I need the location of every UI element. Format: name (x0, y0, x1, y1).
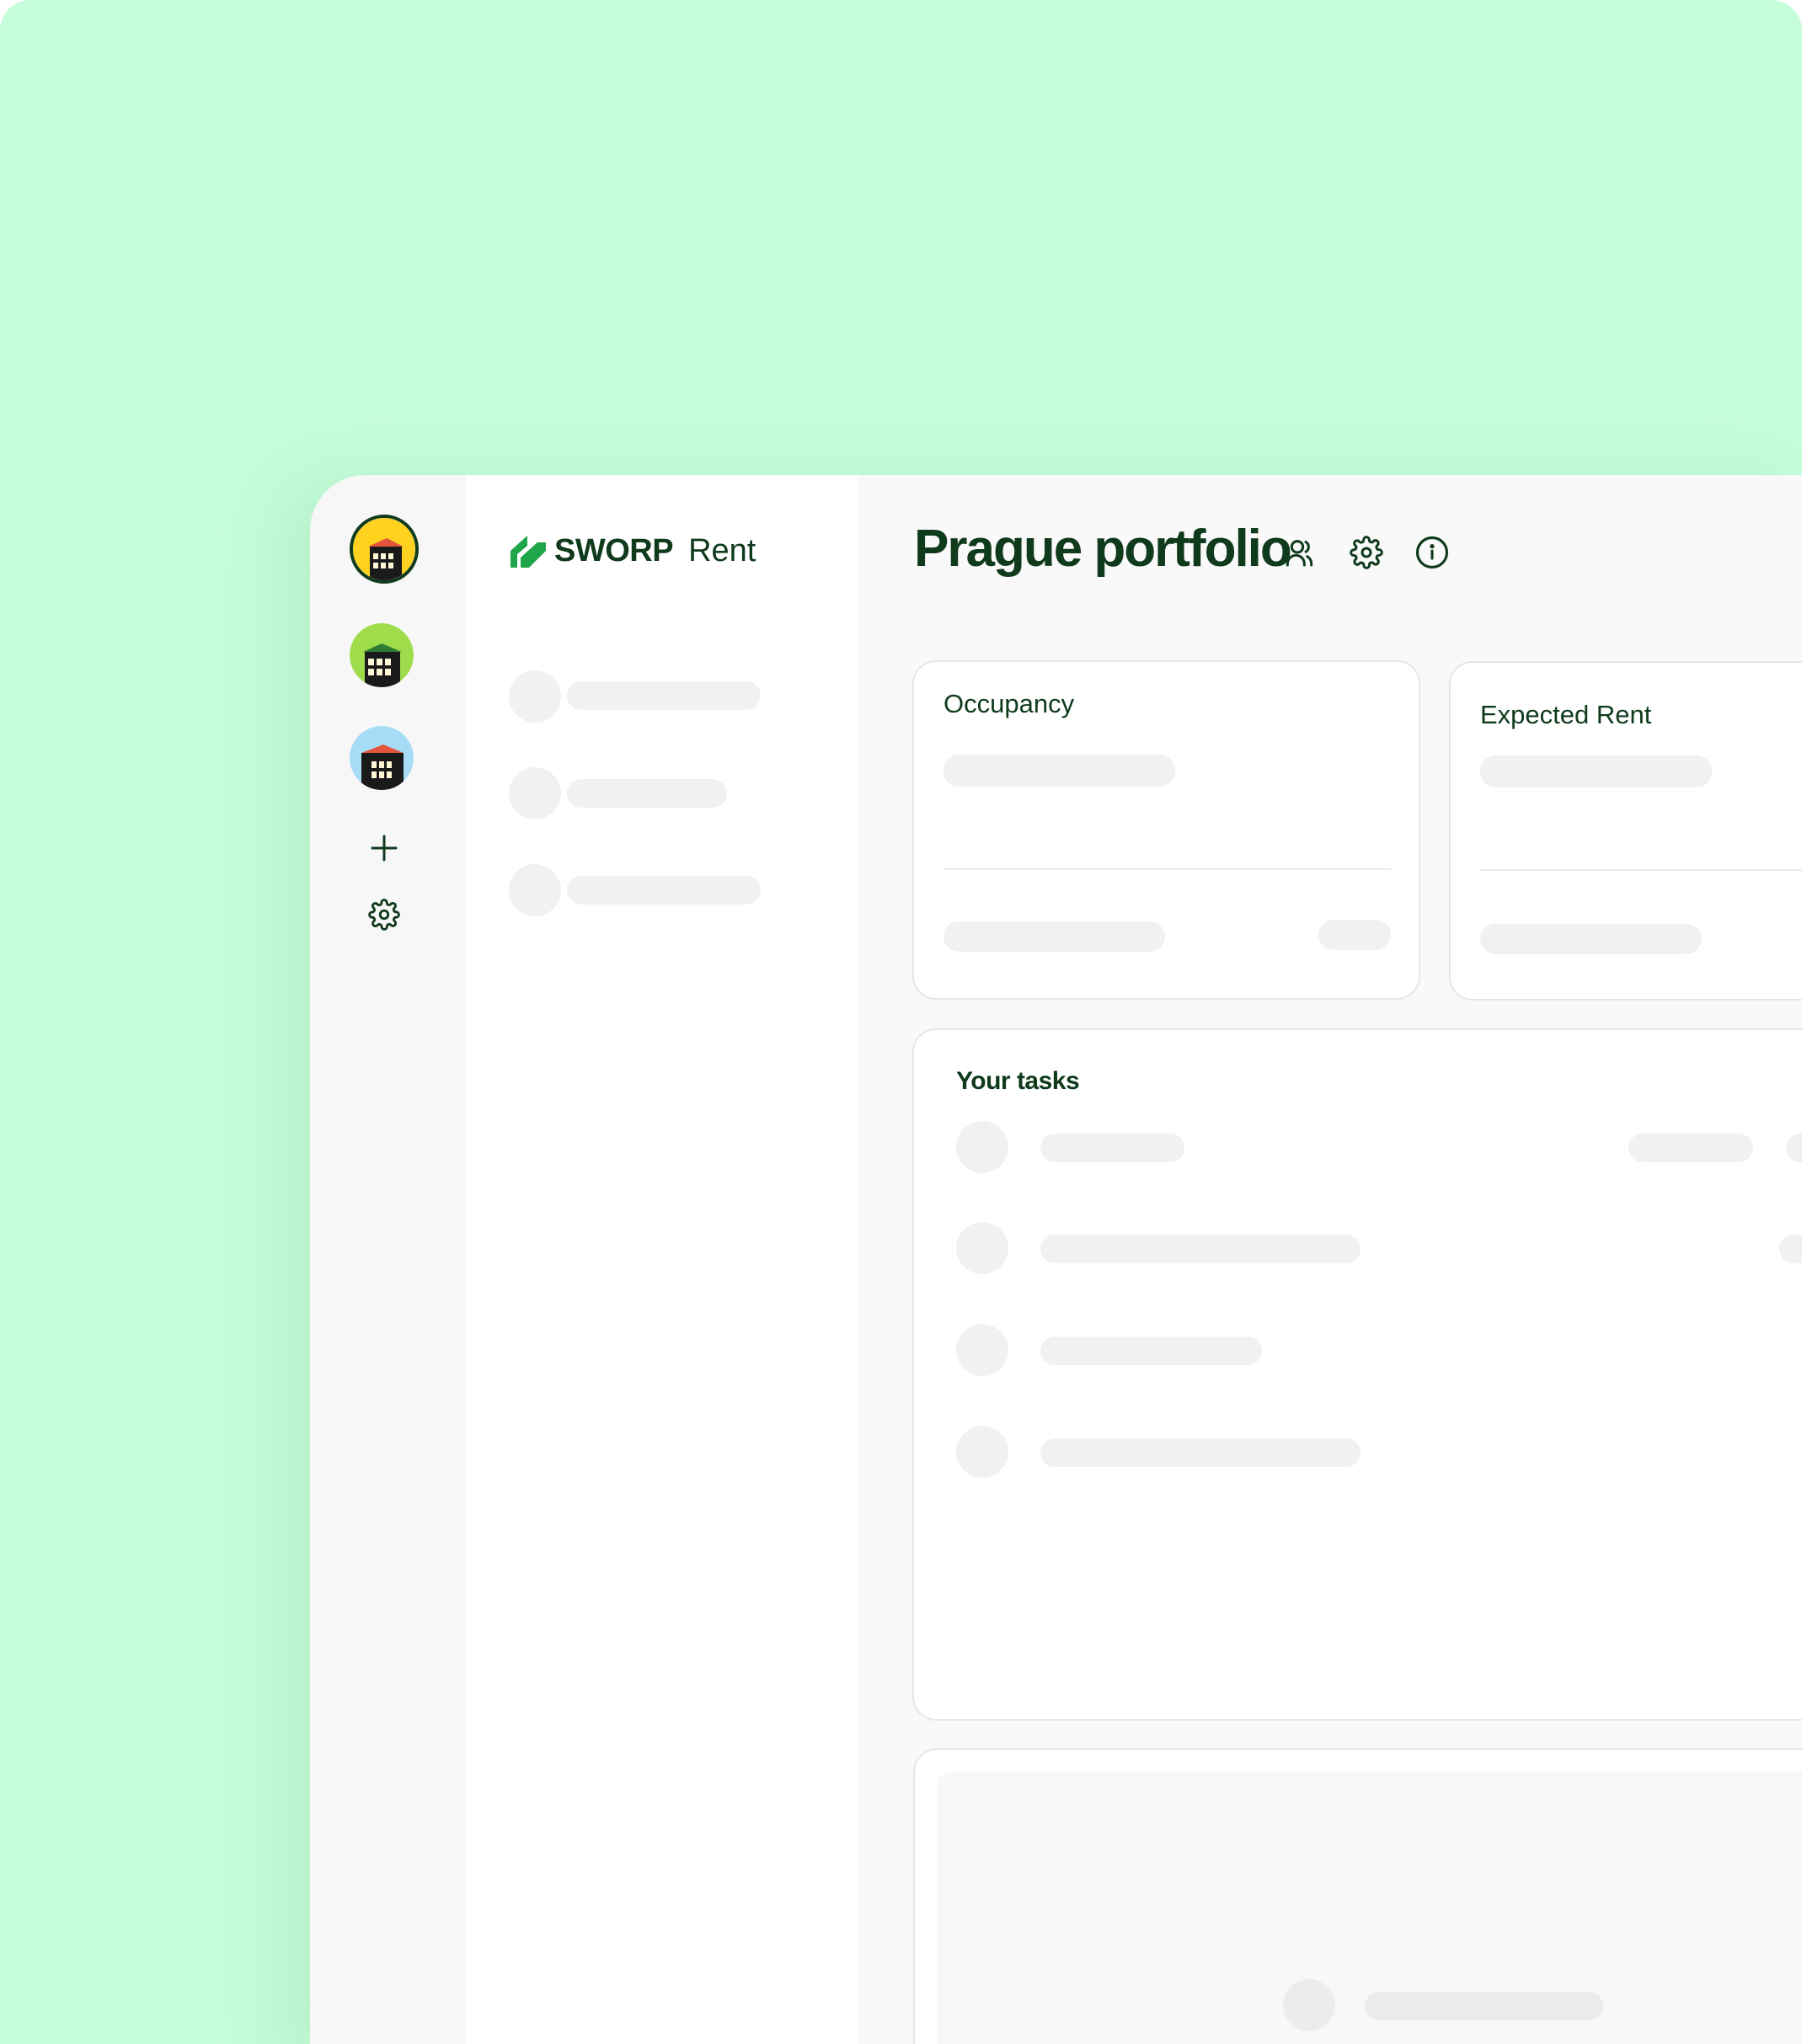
nav-item-skeleton-avatar (509, 864, 561, 916)
task-skeleton-avatar (956, 1222, 1008, 1274)
tasks-title: Your tasks (956, 1067, 1080, 1095)
card-divider (1480, 869, 1802, 871)
task-skeleton-label (1040, 1235, 1361, 1263)
expected-rent-label: Expected Rent (1480, 700, 1652, 729)
task-skeleton-status (1786, 1134, 1802, 1162)
task-skeleton-label (1040, 1438, 1361, 1467)
rail-settings-button[interactable] (366, 896, 403, 933)
bottom-skeleton-label (1365, 1992, 1603, 2020)
building-icon (350, 623, 414, 687)
portfolio-avatar-blue[interactable] (350, 726, 414, 790)
gear-icon (368, 899, 400, 931)
task-skeleton-date (1628, 1134, 1753, 1162)
tasks-card: Your tasks (912, 1028, 1802, 1721)
nav-item-skeleton-label (567, 876, 761, 905)
plus-icon (371, 835, 398, 862)
building-icon (353, 518, 415, 580)
add-portfolio-button[interactable] (366, 830, 403, 867)
info-button[interactable] (1414, 534, 1451, 571)
nav-item-skeleton-label (567, 681, 761, 710)
gear-icon (1350, 536, 1383, 569)
info-icon (1415, 536, 1449, 569)
brand-name: SWORP (554, 532, 674, 568)
task-skeleton-status (1779, 1235, 1802, 1263)
occupancy-label: Occupancy (944, 689, 1075, 718)
task-skeleton-avatar (956, 1121, 1008, 1173)
occupancy-value-skeleton (944, 755, 1175, 787)
navigation-panel: SWORP Rent (466, 475, 858, 2044)
task-skeleton-label (1040, 1337, 1262, 1365)
app-window: SWORP Rent Prague portfolio Occupancy Ex… (310, 475, 1802, 2044)
main-content: Prague portfolio Occupancy Expected Rent… (858, 475, 1802, 2044)
occupancy-card[interactable]: Occupancy (912, 660, 1420, 1000)
users-icon (1286, 540, 1313, 567)
portfolio-avatar-green[interactable] (350, 623, 414, 687)
task-skeleton-avatar (956, 1324, 1008, 1376)
expected-rent-detail-skeleton (1480, 924, 1702, 954)
card-divider (944, 868, 1391, 870)
portfolio-avatar-yellow[interactable] (350, 515, 419, 584)
sworp-logo-icon (511, 536, 546, 568)
occupancy-badge-skeleton (1318, 920, 1391, 950)
portfolio-rail (310, 475, 466, 2044)
bottom-skeleton-avatar (1283, 1979, 1335, 2031)
bottom-card (913, 1748, 1802, 2044)
expected-rent-value-skeleton (1480, 755, 1712, 787)
occupancy-detail-skeleton (944, 921, 1165, 952)
nav-item-skeleton-avatar (509, 670, 561, 723)
members-button[interactable] (1283, 534, 1320, 571)
background-canvas: SWORP Rent Prague portfolio Occupancy Ex… (0, 0, 1802, 2044)
expected-rent-card[interactable]: Expected Rent (1449, 661, 1802, 1001)
nav-item-skeleton-label (567, 779, 727, 808)
brand-product: Rent (688, 532, 756, 568)
brand-logo[interactable]: SWORP Rent (509, 532, 756, 569)
nav-item-skeleton-avatar (509, 767, 561, 819)
page-title: Prague portfolio (914, 520, 1292, 578)
building-icon (350, 726, 414, 790)
portfolio-settings-button[interactable] (1348, 534, 1385, 571)
task-skeleton-label (1040, 1134, 1184, 1162)
task-skeleton-avatar (956, 1426, 1008, 1478)
bottom-card-content (937, 1772, 1802, 2044)
